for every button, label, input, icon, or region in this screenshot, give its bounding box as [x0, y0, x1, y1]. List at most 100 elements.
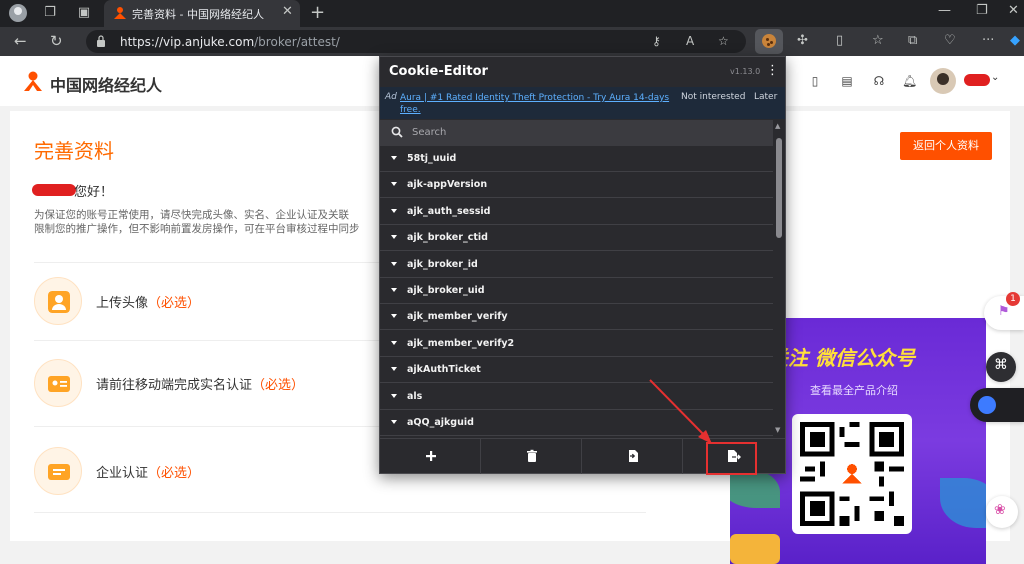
expand-chevron-icon[interactable] [390, 365, 398, 373]
ad-not-interested-button[interactable]: Not interested [681, 92, 745, 102]
expand-chevron-icon[interactable] [390, 286, 398, 294]
scrollbar[interactable]: ▲ ▼ [773, 120, 785, 438]
id-card-icon [48, 376, 70, 392]
add-cookie-button[interactable] [380, 439, 481, 474]
site-logo-icon [24, 71, 42, 91]
more-vert-icon[interactable]: ⋮ [766, 63, 779, 78]
site-favicon-icon [114, 7, 126, 19]
favorite-star-icon[interactable]: ☆ [718, 34, 729, 48]
cookie-name: ajk_auth_sessid [407, 205, 491, 217]
read-aloud-icon[interactable]: A [686, 34, 694, 48]
expand-chevron-icon[interactable] [390, 312, 398, 320]
page-title: 完善资料 [34, 139, 114, 163]
expand-chevron-icon[interactable] [390, 260, 398, 268]
expand-chevron-icon[interactable] [390, 339, 398, 347]
coins-illustration [730, 534, 780, 564]
split-screen-icon[interactable]: ▯ [836, 33, 843, 48]
reload-icon[interactable]: ↻ [50, 32, 63, 50]
browser-toolbar: ← ↻ https://vip.anjuke.com/broker/attest… [0, 27, 1024, 56]
workspaces-icon[interactable]: ❐ [42, 5, 58, 21]
cookie-name: 58tj_uuid [407, 153, 457, 164]
pin-icon: ⚑ [998, 304, 1010, 319]
search-icon [391, 126, 403, 138]
profile-avatar-icon[interactable] [9, 4, 27, 22]
expand-chevron-icon[interactable] [390, 392, 398, 400]
cookie-search-field[interactable]: Search [380, 120, 773, 146]
tab-actions-icon[interactable]: ▣ [76, 5, 92, 21]
expand-chevron-icon[interactable] [390, 418, 398, 426]
float-widget-assistant[interactable] [970, 388, 1024, 422]
settings-menu-icon[interactable]: ··· [982, 33, 994, 48]
new-tab-button[interactable]: + [310, 2, 325, 23]
float-widget-brain[interactable]: ❀ [986, 496, 1018, 528]
cookie-name: ajk-appVersion [407, 179, 488, 191]
float-widget-notifications[interactable]: ⚑ 1 [984, 292, 1024, 330]
copilot-icon[interactable]: ◆ [1010, 33, 1020, 48]
company-card-icon [48, 464, 70, 480]
bot-icon [978, 396, 996, 414]
user-icon [48, 291, 70, 313]
tab-active[interactable]: 完善资料 - 中国网络经纪人 ✕ [104, 0, 300, 27]
cookie-row[interactable]: ajk_auth_sessid [380, 199, 773, 225]
cookie-row[interactable]: ajk_member_verify [380, 304, 773, 331]
bell-icon[interactable]: 🔔︎ [902, 74, 917, 88]
notice-text: 为保证您的账号正常使用，请尽快完成头像、实名、企业认证及关联 限制您的推广操作，… [34, 209, 360, 235]
step-label: 企业认证（必选） [96, 466, 201, 481]
minimize-icon[interactable]: — [938, 3, 951, 18]
scrollbar-thumb[interactable] [776, 138, 782, 238]
greeting-text: 您好！ [74, 185, 114, 200]
cookie-row[interactable]: ajk_broker_uid [380, 278, 773, 304]
restore-icon[interactable]: ❐ [976, 3, 988, 18]
cookie-name: ajkAuthTicket [407, 364, 481, 376]
ad-link[interactable]: Aura | #1 Rated Identity Theft Protectio… [400, 92, 670, 116]
back-to-profile-button[interactable]: 返回个人资料 [900, 132, 992, 160]
annotation-highlight-box [706, 442, 757, 475]
favorites-icon[interactable]: ☆ [872, 33, 884, 48]
delete-all-button[interactable] [481, 439, 582, 474]
cookie-row[interactable]: 58tj_uuid [380, 146, 773, 172]
site-logo-text[interactable]: 中国网络经纪人 [50, 72, 162, 96]
expand-chevron-icon[interactable] [390, 207, 398, 215]
promo-title: 关注 微信公众号 [768, 346, 915, 370]
scroll-down-icon[interactable]: ▼ [775, 426, 780, 434]
lock-icon [97, 35, 105, 47]
float-widget-apps[interactable]: ⌘ [986, 352, 1016, 382]
cookie-row[interactable]: ajk_broker_id [380, 252, 773, 278]
extensions-icon[interactable]: ✣ [797, 33, 808, 48]
cookie-row[interactable]: ajk_member_verify2 [380, 331, 773, 357]
close-window-icon[interactable]: ✕ [1008, 3, 1019, 18]
ad-later-button[interactable]: Later [754, 92, 777, 102]
cookie-name: aQQ_ajkguid [407, 417, 474, 428]
cookie-row[interactable]: ajk-appVersion [380, 172, 773, 199]
user-avatar[interactable] [930, 68, 956, 94]
delete-icon [527, 449, 537, 462]
step-label: 请前往移动端完成实名认证（必选） [96, 378, 305, 393]
mobile-icon[interactable]: ▯ [808, 74, 822, 88]
chevron-down-icon[interactable]: ⌄ [991, 72, 999, 83]
cookie-editor-extension-icon[interactable] [755, 29, 783, 54]
address-bar[interactable]: https://vip.anjuke.com/broker/attest/ ⚷ … [86, 30, 746, 53]
promo-subtitle: 查看最全产品介绍 [810, 384, 898, 397]
tab-close-icon[interactable]: ✕ [282, 4, 293, 19]
cookie-name: ajk_member_verify2 [407, 337, 515, 349]
cookie-row[interactable]: ajk_broker_ctid [380, 225, 773, 252]
search-placeholder: Search [412, 127, 447, 138]
expand-chevron-icon[interactable] [390, 180, 398, 188]
browser-essentials-icon[interactable]: ♡ [944, 33, 956, 48]
expand-chevron-icon[interactable] [390, 154, 398, 162]
version-label: v1.13.0 [730, 67, 761, 76]
id-card-icon[interactable]: ▤ [840, 74, 854, 88]
expand-chevron-icon[interactable] [390, 233, 398, 241]
back-icon[interactable]: ← [14, 32, 27, 50]
cookie-name: ajk_broker_ctid [407, 232, 488, 244]
cookie-name: ajk_broker_uid [407, 285, 485, 296]
browser-tab-bar: ❐ ▣ 完善资料 - 中国网络经纪人 ✕ + — ❐ ✕ [0, 0, 1024, 27]
qr-code [792, 414, 912, 534]
url-text: https://vip.anjuke.com/broker/attest/ [120, 35, 340, 49]
brain-icon: ❀ [994, 502, 1006, 518]
scroll-up-icon[interactable]: ▲ [775, 122, 780, 130]
headset-icon[interactable]: ☊ [872, 74, 886, 88]
collections-icon[interactable]: ⧉ [908, 33, 917, 48]
key-icon[interactable]: ⚷ [652, 34, 661, 48]
cookie-name: ajk_member_verify [407, 311, 508, 323]
